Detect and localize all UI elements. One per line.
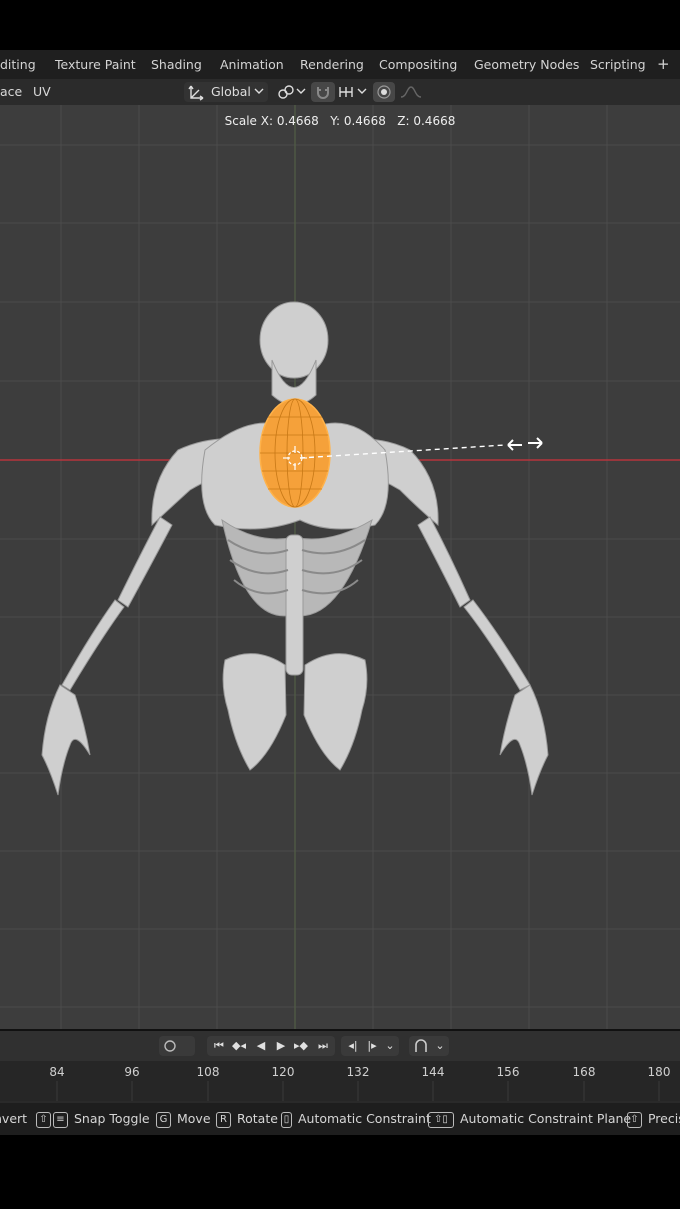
status-label: Precis <box>647 1111 680 1126</box>
g-key-icon: G <box>156 1111 171 1128</box>
frame-tick: 120 <box>271 1065 295 1079</box>
add-workspace-button[interactable]: + <box>657 50 670 79</box>
chevron-down-icon <box>357 88 367 94</box>
proportional-edit-icon <box>377 85 391 99</box>
viewport-canvas <box>0 105 680 1029</box>
jump-start-icon[interactable]: ⏮ <box>210 1036 228 1056</box>
falloff-curve-icon <box>400 86 422 98</box>
status-label: Snap Toggle <box>73 1111 150 1126</box>
ruler-ticks <box>56 1081 660 1101</box>
status-rotate: R Rotate <box>216 1103 278 1135</box>
play-icon[interactable]: ▶ <box>272 1036 290 1056</box>
orientation-dropdown[interactable]: Global <box>184 82 268 102</box>
status-snap-toggle: ⇧ ≡ Snap Toggle <box>36 1103 150 1135</box>
record-icon <box>164 1040 176 1052</box>
pivot-point-dropdown[interactable] <box>275 82 307 102</box>
prev-keyframe-icon[interactable]: ◆◂ <box>230 1036 248 1056</box>
shift-key-icon: ⇧ <box>36 1111 51 1128</box>
next-frame-icon[interactable]: |▸ <box>363 1036 381 1056</box>
tab-scripting[interactable]: Scripting <box>590 50 646 79</box>
viewport-header: ace UV Global <box>0 79 680 105</box>
menu-uv[interactable]: UV <box>33 79 51 105</box>
status-auto-constraint-plane: ⇧▯ Automatic Constraint Plane <box>428 1103 631 1135</box>
auto-key-icon <box>415 1039 427 1052</box>
frame-tick: 84 <box>49 1065 65 1079</box>
tab-geometry-nodes[interactable]: Geometry Nodes <box>474 50 579 79</box>
magnet-icon <box>317 87 329 99</box>
r-key-icon: R <box>216 1111 231 1128</box>
status-auto-constraint: ▯ Automatic Constraint <box>281 1103 431 1135</box>
proportional-editing-button[interactable] <box>373 82 395 102</box>
chevron-down-icon <box>254 88 264 94</box>
status-invert: nvert <box>0 1103 27 1135</box>
orientation-axes-icon <box>188 85 204 101</box>
snap-target-dropdown[interactable] <box>336 82 368 102</box>
frame-tick: 180 <box>647 1065 671 1079</box>
status-label: Move <box>176 1111 211 1126</box>
ctrl-key-icon: ≡ <box>53 1111 68 1128</box>
tab-animation[interactable]: Animation <box>220 50 284 79</box>
playback-controls: ⏮ ◆◂ ◀ ▶ ▸◆ ⏭ ◂| |▸ ⌄ ⌄ <box>0 1031 680 1061</box>
workspace-tab-bar: diting Texture Paint Shading Animation R… <box>0 50 680 79</box>
frame-ruler[interactable]: 84 96 108 120 132 144 156 168 180 <box>0 1061 680 1101</box>
shift-mouse-icon: ⇧▯ <box>428 1111 454 1128</box>
frame-tick: 96 <box>124 1065 140 1079</box>
keyframe-jump-group: ◂| |▸ ⌄ <box>341 1036 399 1056</box>
tab-layout-editing[interactable]: diting <box>0 50 36 79</box>
chevron-down-icon[interactable]: ⌄ <box>383 1036 397 1056</box>
tab-texture-paint[interactable]: Texture Paint <box>55 50 136 79</box>
3d-viewport[interactable] <box>0 105 680 1029</box>
frame-tick: 156 <box>496 1065 520 1079</box>
chevron-down-icon: ⌄ <box>435 1039 445 1052</box>
jump-end-icon[interactable]: ⏭ <box>314 1036 332 1056</box>
scale-arrows-icon <box>507 437 543 451</box>
status-precision: ⇧ Precis <box>627 1103 680 1135</box>
play-reverse-icon[interactable]: ◀ <box>252 1036 270 1056</box>
status-bar: nvert ⇧≡ Snap Toggle G Move R Rotate ▯ A… <box>0 1103 680 1135</box>
shift-key-icon: ⇧ <box>627 1111 642 1128</box>
frame-tick: 132 <box>346 1065 370 1079</box>
link-pivot-icon <box>278 85 294 99</box>
mouse-icon: ▯ <box>281 1111 292 1128</box>
tab-compositing[interactable]: Compositing <box>379 50 457 79</box>
tab-rendering[interactable]: Rendering <box>300 50 364 79</box>
frame-tick: 108 <box>196 1065 220 1079</box>
transport-group: ⏮ ◆◂ ◀ ▶ ▸◆ ⏭ <box>207 1036 335 1056</box>
chevron-down-icon <box>296 88 306 94</box>
snap-toggle-button[interactable] <box>311 82 335 102</box>
next-keyframe-icon[interactable]: ▸◆ <box>292 1036 310 1056</box>
status-label: nvert <box>0 1111 28 1126</box>
frame-tick: 144 <box>421 1065 445 1079</box>
menu-interface[interactable]: ace <box>0 79 22 105</box>
status-label: Automatic Constraint Plane <box>459 1111 632 1126</box>
status-label: Automatic Constraint <box>297 1111 431 1126</box>
prev-frame-icon[interactable]: ◂| <box>344 1036 362 1056</box>
status-label: Rotate <box>236 1111 278 1126</box>
keying-dropdown[interactable] <box>159 1036 195 1056</box>
tab-shading[interactable]: Shading <box>151 50 202 79</box>
snap-increment-icon <box>339 87 353 97</box>
orientation-label: Global <box>211 84 251 99</box>
frame-tick: 168 <box>572 1065 596 1079</box>
status-move: G Move <box>156 1103 211 1135</box>
falloff-dropdown[interactable] <box>397 82 425 102</box>
auto-keying-dropdown[interactable]: ⌄ <box>409 1036 449 1056</box>
